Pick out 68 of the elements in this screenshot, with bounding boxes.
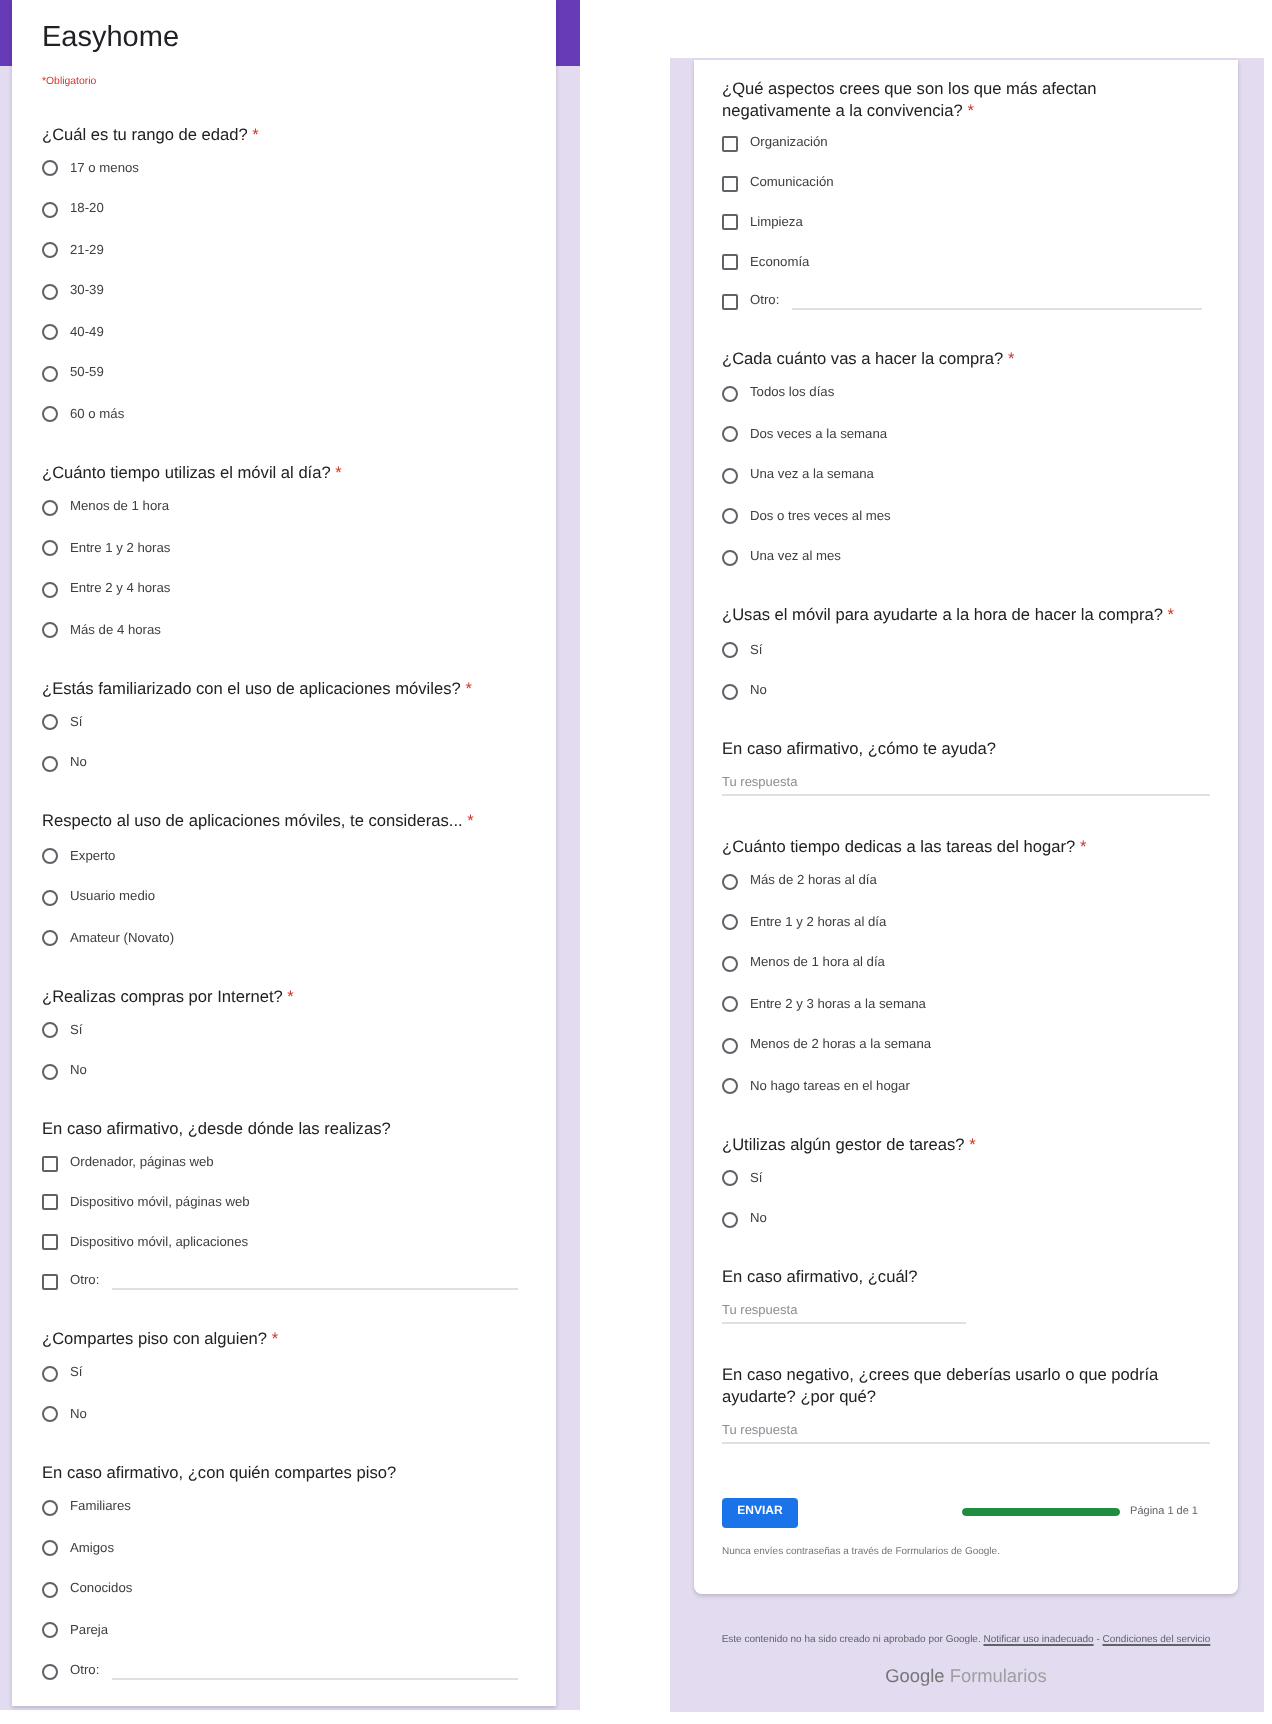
checkbox[interactable] (42, 1234, 58, 1251)
radio-button[interactable] (42, 755, 58, 772)
radio-button[interactable] (42, 581, 58, 597)
radio-button[interactable] (42, 201, 58, 218)
radio-button[interactable] (42, 714, 58, 731)
radio-button[interactable] (42, 324, 58, 341)
question-text: ¿Cada cuánto vas a hacer la compra? * (722, 348, 1015, 368)
radio-button[interactable] (42, 848, 58, 864)
radio-button[interactable] (722, 1078, 738, 1094)
question-text: ¿Realizas compras por Internet? * (42, 985, 294, 1005)
radio-button[interactable] (42, 622, 58, 638)
checkbox[interactable] (722, 214, 738, 231)
radio-button[interactable] (42, 889, 58, 905)
question-text: ¿Compartes piso con alguien? * (42, 1328, 279, 1348)
radio-button[interactable] (42, 1365, 58, 1382)
question-text: ¿Cuál es tu rango de edad? * (42, 123, 259, 143)
radio-button[interactable] (42, 242, 58, 259)
logo-product-name: Formularios (949, 1665, 1047, 1685)
question-text: En caso afirmativo, ¿desde dónde las realizas? (42, 1118, 391, 1139)
radio-button[interactable] (42, 540, 58, 556)
checkbox[interactable] (42, 1194, 58, 1211)
radio-button[interactable] (722, 642, 738, 658)
radio-button[interactable] (722, 385, 738, 402)
radio-button[interactable] (722, 467, 738, 484)
question-text: En caso afirmativo, ¿cuál? (722, 1266, 918, 1287)
radio-button[interactable] (722, 549, 738, 566)
radio-button[interactable] (722, 955, 738, 971)
checkbox[interactable] (42, 1273, 58, 1290)
radio-button[interactable] (722, 508, 738, 525)
radio-button[interactable] (722, 1170, 738, 1187)
question-text: ¿Utilizas algún gestor de tareas? * (722, 1133, 976, 1153)
radio-button[interactable] (42, 1499, 58, 1515)
question-text: ¿Qué aspectos crees que son los que más afectan negativamente a la convivencia? * (722, 77, 1097, 119)
question-text: En caso negativo, ¿crees que deberías usarlo o que podría ayudarte? ¿por qué? (722, 1364, 1159, 1406)
radio-button[interactable] (42, 283, 58, 300)
checkbox[interactable] (42, 1155, 58, 1172)
radio-button[interactable] (722, 996, 738, 1012)
radio-button[interactable] (42, 1063, 58, 1080)
radio-button[interactable] (722, 683, 738, 699)
checkbox[interactable] (722, 135, 738, 152)
checkbox[interactable] (722, 254, 738, 271)
radio-button[interactable] (722, 1037, 738, 1053)
form-title: Easyhome (42, 20, 182, 56)
radio-button[interactable] (42, 930, 58, 946)
question-text: ¿Cuánto tiempo dedicas a las tareas del hogar? * (722, 835, 1087, 856)
radio-button[interactable] (722, 426, 738, 443)
radio-button[interactable] (722, 914, 738, 930)
checkbox[interactable] (722, 293, 738, 310)
question-text: ¿Estás familiarizado con el uso de aplicaciones móviles? * (42, 677, 472, 697)
radio-button[interactable] (42, 499, 58, 515)
radio-button[interactable] (722, 873, 738, 889)
checkbox[interactable] (722, 175, 738, 192)
radio-button[interactable] (42, 365, 58, 382)
radio-button[interactable] (42, 1022, 58, 1039)
question-text: ¿Usas el móvil para ayudarte a la hora de hacer la compra? * (722, 604, 1174, 625)
question-text: ¿Cuánto tiempo utilizas el móvil al día? * (42, 461, 342, 482)
radio-button[interactable] (42, 1663, 58, 1679)
radio-button[interactable] (42, 1406, 58, 1423)
radio-button[interactable] (42, 406, 58, 423)
question-text: Respecto al uso de aplicaciones móviles, te consideras... * (42, 810, 474, 831)
radio-button[interactable] (722, 1211, 738, 1228)
question-text: En caso afirmativo, ¿cómo te ayuda? (722, 738, 996, 758)
radio-button[interactable] (42, 1581, 58, 1597)
question-text: En caso afirmativo, ¿con quién compartes piso? (42, 1461, 397, 1482)
logo-wordmark: Google (885, 1665, 945, 1685)
radio-button[interactable] (42, 1622, 58, 1638)
radio-button[interactable] (42, 160, 58, 177)
radio-button[interactable] (42, 1540, 58, 1556)
